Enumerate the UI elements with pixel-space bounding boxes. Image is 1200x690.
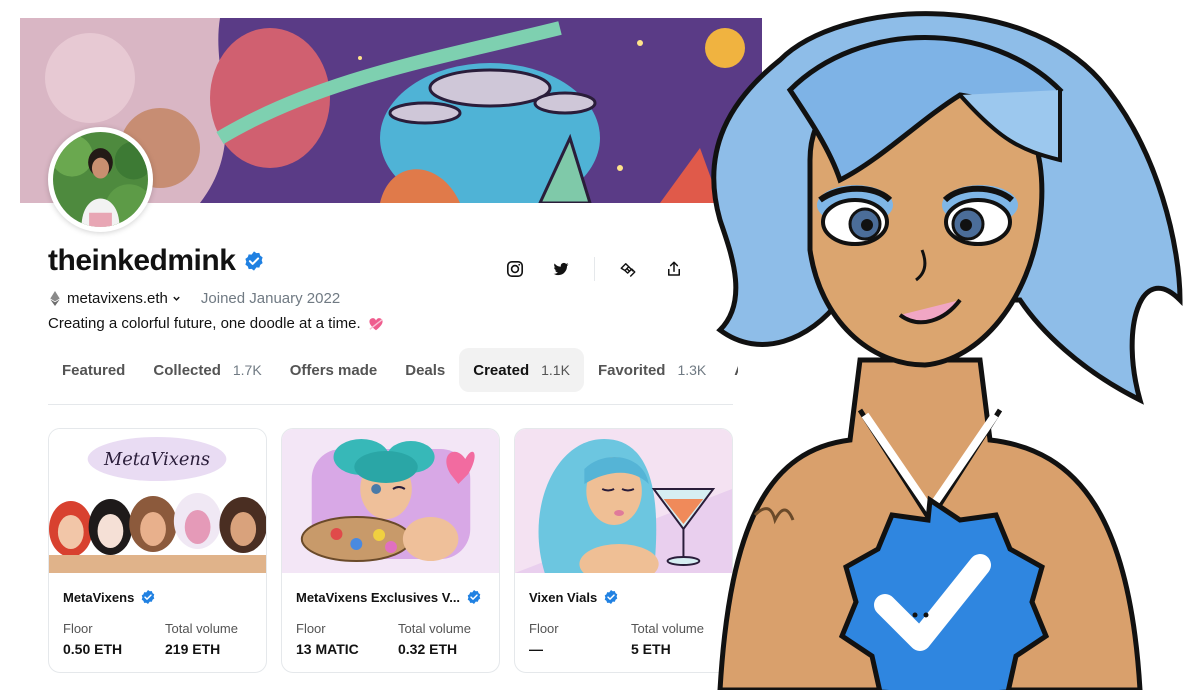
floor-stat: Floor — [529,621,559,657]
tab-deals[interactable]: Deals [391,348,459,392]
twitter-icon [553,262,569,276]
verified-badge-icon [603,589,619,605]
tab-count: 1.1K [541,362,570,378]
twitter-button[interactable] [548,256,574,282]
profile-page: theinkedmink metavixens.eth Joined Janua… [0,0,1200,690]
collection-card[interactable]: MetaVixens MetaVixens Floor 0.50 ETH Tot… [48,428,267,673]
collection-image: MetaVixens [49,429,266,573]
verified-badge-icon [140,589,156,605]
collection-card[interactable]: MetaVixens Exclusives V... Floor 13 MATI… [281,428,500,673]
volume-stat: Total volume 0.32 ETH [398,621,471,657]
collection-title: Vixen Vials [529,589,619,605]
actions-divider [594,257,595,281]
floor-stat: Floor 13 MATIC [296,621,359,657]
bio-text: Creating a colorful future, one doodle a… [48,315,361,332]
collection-image [282,429,499,573]
collection-title: MetaVixens [63,589,156,605]
profile-tabs: Featured Collected 1.7K Offers made Deals… [48,348,738,392]
tab-offers-made[interactable]: Offers made [276,348,392,392]
instagram-icon [506,260,524,278]
heart-arrow-icon [369,317,383,330]
offer-icon [620,263,636,278]
make-offer-button[interactable] [615,256,641,282]
ethereum-icon [50,291,60,306]
collection-title: MetaVixens Exclusives V... [296,589,482,605]
tab-created[interactable]: Created 1.1K [459,348,584,392]
tab-collected[interactable]: Collected 1.7K [139,348,275,392]
username: theinkedmink [48,244,236,277]
volume-stat: Total volume 219 ETH [165,621,238,657]
avatar[interactable] [48,127,153,232]
wallet-dropdown[interactable]: metavixens.eth [67,290,181,307]
svg-text:MetaVixens: MetaVixens [103,449,210,470]
joined-date: Joined January 2022 [200,290,341,307]
instagram-button[interactable] [502,256,528,282]
profile-meta: metavixens.eth Joined January 2022 [50,290,340,307]
chevron-down-icon [173,296,180,301]
floor-stat: Floor 0.50 ETH [63,621,123,657]
character-illustration [660,0,1200,690]
tab-count: 1.7K [232,362,262,378]
tabs-divider [48,404,733,405]
tab-featured[interactable]: Featured [48,348,139,392]
profile-header: theinkedmink [48,244,265,278]
profile-bio: Creating a colorful future, one doodle a… [48,315,385,332]
verified-badge-icon [466,589,482,605]
wallet-address: metavixens.eth [67,290,168,307]
verified-badge-icon [243,250,265,272]
